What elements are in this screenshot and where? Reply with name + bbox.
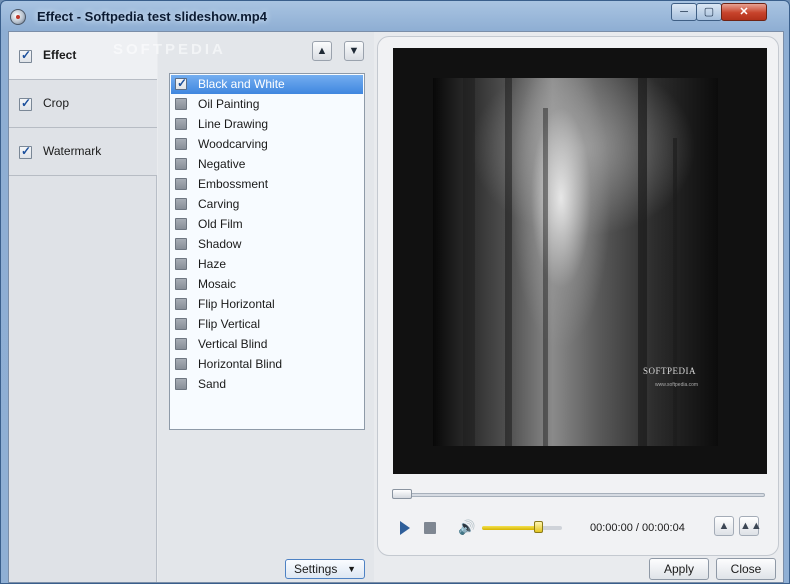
effect-item[interactable]: Haze: [171, 255, 363, 274]
title-bar[interactable]: Effect - Softpedia test slideshow.mp4 ─ …: [1, 1, 789, 31]
effect-list[interactable]: Black and White Oil Painting Line Drawing W…: [169, 73, 365, 430]
effect-item-checkbox[interactable]: [175, 138, 187, 150]
dialog-body: Effect Crop Watermark ▲ ▼ Black and Whit…: [8, 31, 784, 583]
category-effect-checkbox[interactable]: [19, 48, 32, 63]
effect-item[interactable]: Woodcarving: [171, 135, 363, 154]
effect-item-label: Old Film: [198, 217, 243, 231]
effect-item-label: Sand: [198, 377, 227, 391]
close-button[interactable]: Close: [716, 558, 776, 580]
preview-softpedia-url: www.softpedia.com: [655, 382, 699, 388]
effect-window: Effect - Softpedia test slideshow.mp4 ─ …: [0, 0, 790, 584]
effect-item-label: Flip Vertical: [198, 317, 261, 331]
effect-item-label: Horizontal Blind: [198, 357, 283, 371]
person-icon: ▲: [718, 520, 730, 532]
effect-item-checkbox[interactable]: [175, 378, 187, 390]
effect-item-label: Woodcarving: [198, 137, 268, 151]
effect-item[interactable]: Flip Vertical: [171, 315, 363, 334]
settings-label: Settings: [294, 562, 338, 576]
chevron-down-icon: ▼: [347, 564, 356, 574]
effect-item-label: Shadow: [198, 237, 242, 251]
effect-item-label: Negative: [198, 157, 246, 171]
effect-item-label: Black and White: [198, 77, 285, 91]
maximize-button[interactable]: ▢: [696, 3, 722, 21]
settings-dropdown-button[interactable]: Settings ▼: [285, 559, 365, 579]
effect-item-checkbox[interactable]: [175, 238, 187, 250]
move-down-button[interactable]: ▼: [344, 41, 364, 61]
effect-item-checkbox[interactable]: [175, 118, 187, 130]
effect-item-label: Embossment: [198, 177, 269, 191]
effect-item[interactable]: Flip Horizontal: [171, 295, 363, 314]
effect-item-checkbox[interactable]: [175, 338, 187, 350]
preview-panel: SOFTPEDIA www.softpedia.com 🔊 00:00:00 /…: [377, 36, 779, 556]
time-readout: 00:00:00 / 00:00:04: [590, 522, 685, 534]
seek-bar[interactable]: [393, 493, 765, 497]
effect-item-checkbox[interactable]: [175, 358, 187, 370]
effect-item[interactable]: Sand: [171, 375, 363, 394]
effect-item[interactable]: Shadow: [171, 235, 363, 254]
category-watermark[interactable]: Watermark: [9, 128, 157, 176]
effect-item[interactable]: Oil Painting: [171, 95, 363, 114]
volume-thumb[interactable]: [534, 521, 543, 533]
volume-fill: [482, 526, 538, 530]
category-watermark-checkbox[interactable]: [19, 144, 32, 159]
snapshot-button[interactable]: ▲: [714, 516, 734, 536]
effect-item-checkbox[interactable]: [175, 258, 187, 270]
category-crop-checkbox[interactable]: [19, 96, 32, 111]
effect-item-checkbox[interactable]: [175, 218, 187, 230]
preview-image: SOFTPEDIA www.softpedia.com: [433, 78, 718, 446]
volume-icon[interactable]: 🔊: [458, 519, 475, 535]
effect-item[interactable]: Negative: [171, 155, 363, 174]
effect-item[interactable]: Horizontal Blind: [171, 355, 363, 374]
effect-item[interactable]: Vertical Blind: [171, 335, 363, 354]
move-up-button[interactable]: ▲: [312, 41, 332, 61]
category-crop-label: Crop: [43, 96, 70, 110]
apply-button[interactable]: Apply: [649, 558, 709, 580]
snapshot-multi-button[interactable]: ▲▲: [739, 516, 762, 536]
effect-item-checkbox[interactable]: [175, 98, 187, 110]
effect-item-label: Mosaic: [198, 277, 237, 291]
effect-item-checkbox[interactable]: [175, 178, 187, 190]
effect-item-checkbox[interactable]: [175, 76, 187, 90]
effect-item[interactable]: Mosaic: [171, 275, 363, 294]
effect-item-checkbox[interactable]: [175, 158, 187, 170]
close-window-button[interactable]: ✕: [721, 3, 767, 21]
effect-item-label: Vertical Blind: [198, 337, 268, 351]
category-panel: Effect Crop Watermark: [9, 32, 157, 582]
video-preview[interactable]: SOFTPEDIA www.softpedia.com: [393, 48, 767, 474]
effect-item-label: Haze: [198, 257, 227, 271]
effect-item[interactable]: Carving: [171, 195, 363, 214]
effect-item[interactable]: Line Drawing: [171, 115, 363, 134]
seek-thumb[interactable]: [392, 489, 412, 499]
minimize-button[interactable]: ─: [671, 3, 697, 21]
play-icon[interactable]: [400, 521, 410, 535]
effect-item-checkbox[interactable]: [175, 318, 187, 330]
effect-item-label: Oil Painting: [198, 97, 260, 111]
effect-item-checkbox[interactable]: [175, 278, 187, 290]
category-watermark-label: Watermark: [43, 144, 102, 158]
effect-item[interactable]: Old Film: [171, 215, 363, 234]
effect-item[interactable]: Embossment: [171, 175, 363, 194]
preview-softpedia-text: SOFTPEDIA: [643, 366, 697, 376]
effect-list-panel: ▲ ▼ Black and White Oil Painting Line Draw…: [158, 32, 374, 582]
effect-item-label: Carving: [198, 197, 240, 211]
effect-item[interactable]: Black and White: [171, 75, 363, 94]
screen-watermark: SOFTPEDIA: [113, 41, 226, 58]
window-title: Effect - Softpedia test slideshow.mp4: [37, 9, 267, 24]
people-icon: ▲▲: [740, 520, 762, 532]
effect-item-label: Line Drawing: [198, 117, 269, 131]
effect-item-label: Flip Horizontal: [198, 297, 275, 311]
stop-icon[interactable]: [424, 522, 436, 534]
effect-item-checkbox[interactable]: [175, 298, 187, 310]
app-logo-icon: [10, 9, 26, 25]
volume-slider[interactable]: [482, 526, 562, 530]
category-crop[interactable]: Crop: [9, 80, 157, 128]
effect-item-checkbox[interactable]: [175, 198, 187, 210]
category-effect-label: Effect: [43, 48, 77, 62]
